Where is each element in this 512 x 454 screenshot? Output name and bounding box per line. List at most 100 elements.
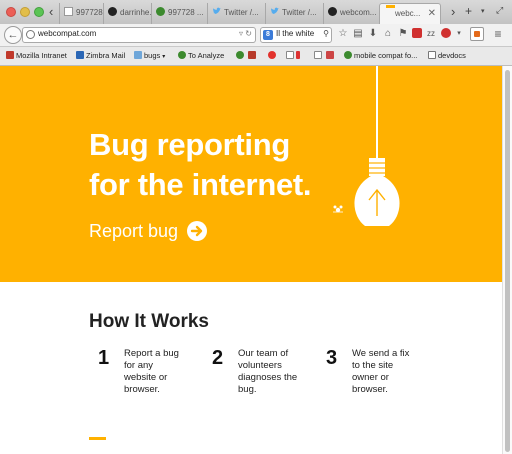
close-tab-icon[interactable]: ✕: [428, 4, 436, 24]
close-window-button[interactable]: [6, 7, 16, 17]
downloads-icon[interactable]: ⬇: [367, 28, 379, 40]
navigation-toolbar: ← webcompat.com ▿ ↻ 8 Il the white ⚲ ☆ ▤…: [0, 24, 512, 47]
warning-icon: [248, 51, 256, 59]
red-circle-icon: [268, 51, 276, 59]
search-engine-icon[interactable]: 8: [263, 30, 273, 40]
tab-label: webc...: [395, 9, 421, 18]
tab-3[interactable]: 997728 ...: [151, 3, 207, 24]
report-bug-label: Report bug: [89, 221, 179, 241]
step-3-number: 3: [326, 347, 338, 369]
tab-4[interactable]: Twitter /...: [207, 3, 265, 24]
step-text-line: We send a fix: [352, 348, 410, 359]
bookmark-rocket[interactable]: [326, 51, 336, 60]
bookmark-small[interactable]: [296, 51, 302, 60]
bookmark-label: To Analyze: [188, 51, 225, 60]
bookmark-label: bugs: [144, 51, 161, 60]
tab-label: webcom...: [340, 8, 377, 17]
bugzilla-icon: [236, 51, 244, 59]
addon-dropdown-icon[interactable]: ▾: [453, 28, 465, 40]
reading-list-icon[interactable]: ▤: [352, 28, 364, 40]
tab-label: Twitter /...: [224, 8, 259, 17]
step-text-line: for any: [124, 360, 154, 371]
step-text-line: browser.: [124, 384, 160, 395]
tab-label: 997728 ...: [76, 8, 103, 17]
maximize-window-button[interactable]: [34, 7, 44, 17]
step-2-number: 2: [212, 347, 224, 369]
tab-5[interactable]: Twitter /...: [265, 3, 323, 24]
tab-2[interactable]: darrinhe...: [103, 3, 151, 24]
tab-7-active[interactable]: webc... ✕: [379, 3, 441, 24]
home-icon[interactable]: ⌂: [382, 28, 394, 40]
globe-icon: [26, 30, 35, 39]
chevron-down-icon: ▾: [162, 54, 166, 60]
bookmark-blank-2[interactable]: [314, 51, 324, 60]
bookmark-red-circle[interactable]: [268, 51, 278, 60]
section-divider: [89, 437, 106, 440]
tab-1[interactable]: 997728 ...: [59, 3, 103, 24]
scrollbar-thumb[interactable]: [505, 70, 510, 452]
bookmark-bugzilla[interactable]: [236, 51, 246, 60]
bookmark-devdocs[interactable]: devdocs: [428, 51, 466, 60]
webcompat-icon: [386, 5, 395, 8]
step-text-line: bug.: [238, 384, 257, 395]
bookmark-label: mobile compat fo...: [354, 51, 418, 60]
step-text-line: Report a bug: [124, 348, 179, 359]
step-text-line: website or: [124, 372, 168, 383]
addon-red-icon[interactable]: [411, 28, 423, 40]
step-1-number: 1: [98, 347, 110, 369]
url-text: webcompat.com: [38, 29, 97, 38]
search-icon[interactable]: ⚲: [323, 29, 329, 38]
github-icon: [328, 7, 337, 16]
rocket-icon: [326, 51, 334, 59]
zimbra-icon: [76, 51, 84, 59]
reload-icon[interactable]: ▿ ↻: [239, 29, 252, 38]
small-red-icon: [296, 51, 300, 59]
step-text-line: Our team of: [238, 348, 289, 359]
bookmark-star-icon[interactable]: ☆: [337, 28, 349, 40]
tab-label: 997728 ...: [168, 8, 204, 17]
tab-scroll-left-icon[interactable]: ‹: [49, 4, 53, 19]
bookmark-mozilla-intranet[interactable]: Mozilla Intranet: [6, 51, 67, 60]
bookmark-to-analyze[interactable]: To Analyze: [178, 51, 224, 60]
tab-6[interactable]: webcom...: [323, 3, 379, 24]
devtools-icon[interactable]: [470, 27, 484, 41]
tab-strip: ‹ 997728 ... darrinhe... 997728 ... Twit…: [0, 0, 512, 25]
bugzilla-icon: [178, 51, 186, 59]
url-bar[interactable]: webcompat.com ▿ ↻: [22, 27, 256, 43]
bookmark-zimbra[interactable]: Zimbra Mail: [76, 51, 125, 60]
fullscreen-icon[interactable]: ⤢: [496, 5, 503, 16]
generic-page-icon: [286, 51, 294, 59]
bookmark-mobile-compat[interactable]: mobile compat fo...: [344, 51, 417, 60]
arrow-right-circle-icon: [187, 221, 208, 241]
bookmark-label: Zimbra Mail: [86, 51, 126, 60]
step-3-text: We send a fix to the site owner or brows…: [352, 348, 409, 396]
tab-scroll-right-icon[interactable]: ›: [451, 4, 455, 19]
hero-section: Bug reporting for the internet. Report b…: [0, 66, 502, 282]
search-input[interactable]: Il the white: [276, 29, 314, 38]
generic-page-icon: [64, 7, 73, 16]
menu-icon[interactable]: ≡: [492, 28, 504, 40]
sleep-icon[interactable]: zz: [425, 28, 437, 40]
bookmark-warning[interactable]: [248, 51, 258, 60]
step-text-line: browser.: [352, 384, 388, 395]
bookmark-blank[interactable]: [286, 51, 296, 60]
search-bar[interactable]: 8 Il the white ⚲: [260, 27, 332, 43]
new-tab-icon[interactable]: +: [465, 4, 472, 18]
extension-icon[interactable]: ⚑: [397, 28, 409, 40]
report-bug-link[interactable]: Report bug: [89, 221, 208, 242]
bookmark-folder-bugs[interactable]: bugs ▾: [134, 51, 165, 60]
page-scrollbar[interactable]: [502, 66, 512, 454]
step-text-line: diagnoses the: [238, 372, 298, 383]
tab-label: Twitter /...: [282, 8, 317, 17]
twitter-icon: [212, 4, 221, 15]
how-it-works-heading: How It Works: [89, 311, 209, 332]
github-icon: [108, 7, 117, 16]
step-text-line: to the site: [352, 360, 394, 371]
bookmarks-bar: Mozilla Intranet Zimbra Mail bugs ▾ To An…: [0, 47, 512, 66]
back-button[interactable]: ←: [4, 26, 22, 44]
adblock-icon[interactable]: [440, 28, 452, 40]
tab-label: darrinhe...: [120, 8, 151, 17]
minimize-window-button[interactable]: [20, 7, 30, 17]
tab-list-icon[interactable]: ▾: [481, 7, 485, 15]
generic-page-icon: [314, 51, 322, 59]
